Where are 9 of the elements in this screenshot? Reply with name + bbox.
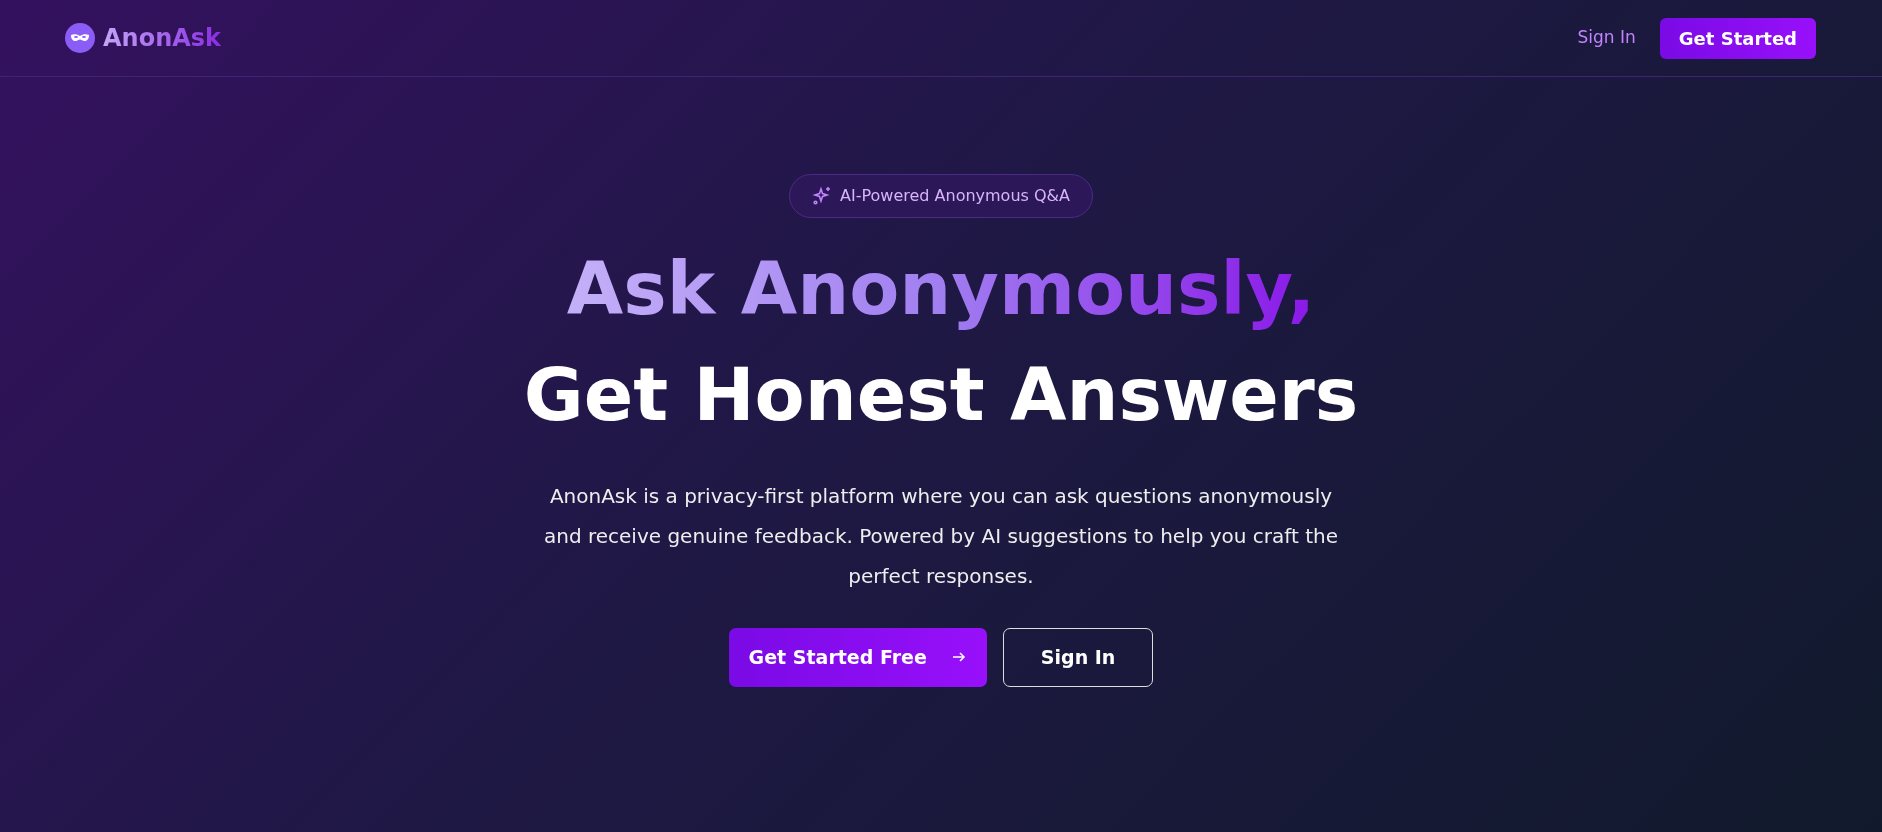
get-started-button[interactable]: Get Started bbox=[1659, 17, 1816, 59]
hero-description: AnonAsk is a privacy-first platform where you can ask questions anonymously and receive genuine feedback. Powered by AI suggestions to help you craft the perfect responses. bbox=[542, 482, 1340, 590]
badge-text: AI-Powered Anonymous Q&A bbox=[840, 185, 1070, 207]
get-started-free-button[interactable]: Get Started Free bbox=[728, 627, 987, 687]
sign-in-link[interactable]: Sign In bbox=[1577, 25, 1636, 51]
sparkle-icon bbox=[812, 186, 832, 206]
mask-icon bbox=[65, 23, 95, 53]
headline: Get Honest Answers bbox=[523, 350, 1359, 439]
sign-in-button[interactable]: Sign In bbox=[1002, 627, 1154, 687]
